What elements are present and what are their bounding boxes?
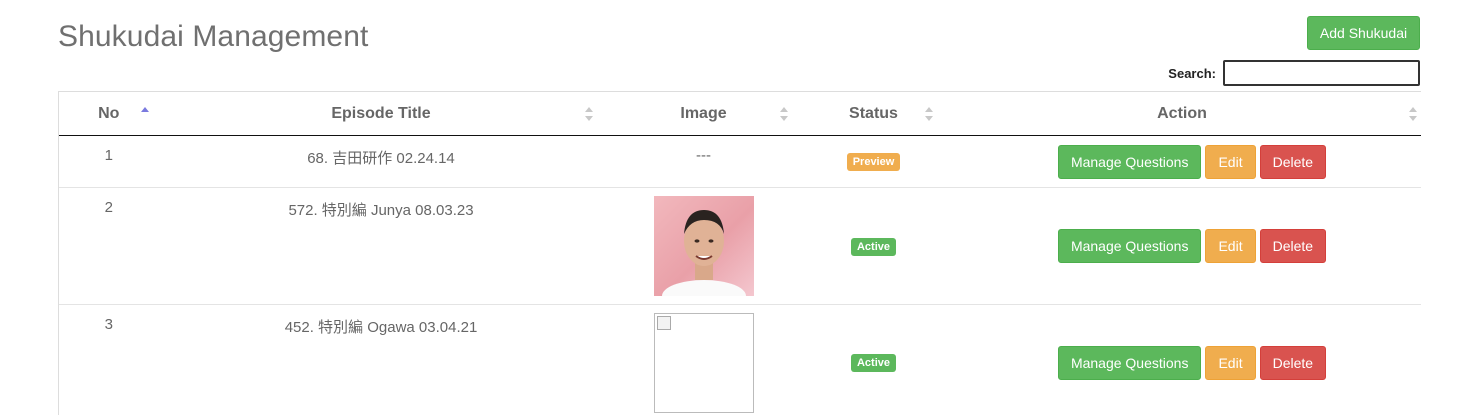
image-cell [604, 305, 804, 415]
manage-questions-button[interactable]: Manage Questions [1057, 229, 1202, 263]
status-badge: Active [850, 237, 897, 256]
sort-icon[interactable] [779, 106, 789, 122]
sort-icon[interactable] [1408, 106, 1418, 122]
action-cell: Manage Questions Edit Delete [944, 305, 1421, 415]
delete-button[interactable]: Delete [1259, 345, 1327, 380]
episode-title: 452. 特別編 Ogawa 03.04.21 [284, 319, 478, 336]
person-photo-icon [661, 210, 746, 296]
status-cell: Preview [804, 136, 944, 188]
row-number: 2 [58, 187, 159, 305]
sort-icon[interactable] [924, 106, 934, 122]
column-header-episode-title[interactable]: Episode Title [159, 92, 604, 136]
row-number: 3 [58, 304, 159, 415]
sort-asc-icon[interactable] [141, 106, 150, 122]
status-badge: Preview [846, 153, 901, 171]
column-header-image[interactable]: Image [604, 92, 804, 136]
table-row: 2 572. 特別編 Junya 08.03.23 Active Manage … [58, 187, 1421, 305]
column-header-action[interactable]: Action [944, 92, 1421, 136]
manage-questions-button[interactable]: Manage Questions [1057, 345, 1202, 380]
image-cell [604, 188, 804, 305]
search-label: Search: [1168, 65, 1216, 81]
edit-button[interactable]: Edit [1205, 345, 1256, 380]
status-cell: Active [804, 305, 944, 415]
add-shukudai-button[interactable]: Add Shukudai [1307, 16, 1420, 50]
table-header-row: No Episode Title Image Status Action [58, 91, 1421, 136]
sort-icon[interactable] [584, 106, 594, 122]
episode-title: 572. 特別編 Junya 08.03.23 [288, 202, 474, 219]
search-bar: Search: [1168, 60, 1420, 86]
action-cell: Manage Questions Edit Delete [944, 136, 1421, 188]
table-row: 1 68. 吉田研作 02.24.14 --- Preview Manage Q… [58, 135, 1421, 188]
action-cell: Manage Questions Edit Delete [944, 188, 1421, 305]
column-header-action-label: Action [1157, 104, 1207, 122]
column-header-no[interactable]: No [58, 91, 159, 136]
episode-title: 68. 吉田研作 02.24.14 [307, 150, 455, 167]
column-header-status[interactable]: Status [804, 92, 944, 136]
edit-button[interactable]: Edit [1205, 229, 1256, 263]
episode-thumbnail-image [653, 196, 754, 296]
column-header-status-label: Status [849, 104, 898, 122]
row-number: 1 [58, 135, 159, 188]
manage-questions-button[interactable]: Manage Questions [1057, 144, 1202, 179]
search-input[interactable] [1223, 60, 1420, 86]
image-placeholder: --- [696, 147, 711, 164]
column-header-image-label: Image [680, 104, 727, 122]
broken-image-icon [653, 313, 754, 413]
status-cell: Active [804, 188, 944, 305]
column-header-no-label: No [98, 104, 120, 122]
status-badge: Active [850, 354, 897, 372]
column-header-episode-title-label: Episode Title [331, 104, 431, 122]
shukudai-table: No Episode Title Image Status Action 1 6… [58, 91, 1421, 415]
edit-button[interactable]: Edit [1205, 144, 1256, 179]
delete-button[interactable]: Delete [1259, 144, 1327, 179]
page-title: Shukudai Management [58, 20, 369, 53]
delete-button[interactable]: Delete [1259, 229, 1327, 263]
table-row: 3 452. 特別編 Ogawa 03.04.21 Active Manage … [58, 304, 1421, 415]
shukudai-table-wrapper: No Episode Title Image Status Action 1 6… [58, 91, 1421, 415]
